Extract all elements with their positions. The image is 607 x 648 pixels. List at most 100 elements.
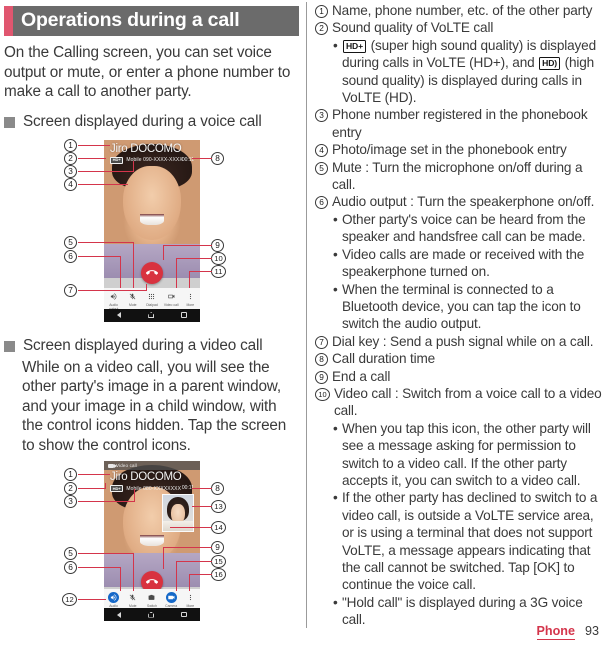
legend-subitem: • If the other party has declined to swi… bbox=[333, 489, 605, 593]
legend-subitem: • When the terminal is connected to a Bl… bbox=[333, 281, 605, 333]
callout-1: 1 bbox=[64, 138, 77, 152]
control-more[interactable]: More bbox=[181, 592, 199, 608]
video-call-title-label: Video call bbox=[116, 463, 137, 468]
end-call-icon bbox=[146, 579, 158, 584]
back-icon[interactable] bbox=[117, 312, 122, 318]
caller-phone-number: Mobile 090-XXXX-XXXX bbox=[126, 157, 183, 163]
caller-subinfo: HD+ Mobile 080-XXXXXXXX bbox=[110, 485, 181, 492]
back-icon[interactable] bbox=[117, 611, 122, 618]
leader-line-v1 bbox=[78, 474, 110, 476]
leader-line-10b bbox=[176, 257, 178, 288]
left-column: Operations during a call On the Calling … bbox=[0, 0, 303, 648]
page-title-bar: Operations during a call bbox=[4, 6, 299, 36]
callout-13: 13 bbox=[211, 500, 226, 513]
leader-line-7b bbox=[146, 283, 148, 291]
callout-5: 5 bbox=[64, 235, 77, 249]
leader-line-11b bbox=[189, 270, 191, 288]
legend-number: 9 bbox=[315, 370, 328, 384]
legend-text: Sound quality of VoLTE call bbox=[332, 20, 494, 36]
control-dialpad[interactable]: Dialpad bbox=[143, 291, 161, 307]
video-call-control-bar: Audio output Mute Switch camera bbox=[104, 589, 200, 612]
switch-camera-icon bbox=[146, 592, 157, 603]
callout-6: 6 bbox=[64, 561, 77, 574]
leader-line-2 bbox=[78, 157, 106, 159]
hd-badge-icon: HD+ bbox=[110, 485, 124, 492]
leader-line-v16a bbox=[189, 574, 212, 576]
leader-line-4 bbox=[78, 183, 128, 185]
legend-text: Phone number registered in the phonebook… bbox=[332, 107, 588, 140]
speaker-icon bbox=[108, 592, 120, 603]
callout-8: 8 bbox=[211, 482, 224, 495]
photo-face bbox=[123, 165, 181, 240]
callout-9: 9 bbox=[211, 238, 224, 252]
callout-6: 6 bbox=[64, 249, 77, 263]
legend-text: End a call bbox=[332, 368, 391, 384]
bullet-dot-icon: • bbox=[333, 281, 338, 297]
legend-subitem: • When you tap this icon, the other part… bbox=[333, 420, 605, 490]
column-divider bbox=[306, 2, 307, 628]
control-label: Mute bbox=[129, 302, 137, 307]
video-call-figure: Video call Jiro DOCOMO HD+ Mobile 080-XX… bbox=[0, 459, 303, 629]
leader-line-v2b bbox=[105, 483, 107, 489]
callout-1: 1 bbox=[64, 468, 77, 481]
dialpad-icon bbox=[146, 291, 157, 302]
intro-paragraph: On the Calling screen, you can set voice… bbox=[4, 44, 291, 100]
callout-2: 2 bbox=[64, 151, 77, 165]
legend-subtext: When you tap this icon, the other party … bbox=[342, 420, 591, 488]
end-call-button[interactable] bbox=[141, 261, 163, 284]
control-label: Dialpad bbox=[146, 302, 158, 307]
control-camera[interactable]: Camera bbox=[162, 592, 180, 608]
leader-line-v12 bbox=[78, 599, 106, 601]
caller-name: Jiro DOCOMO bbox=[110, 142, 182, 155]
list-item: 6 Audio output : Turn the speakerphone o… bbox=[315, 193, 605, 210]
control-more[interactable]: More bbox=[181, 291, 199, 307]
list-item: 9 End a call bbox=[315, 368, 605, 385]
callout-10: 10 bbox=[211, 251, 226, 265]
microphone-off-icon bbox=[127, 291, 138, 302]
voice-call-figure: Jiro DOCOMO HD+ Mobile 090-XXXX-XXXX 00:… bbox=[0, 136, 303, 336]
recent-apps-icon[interactable] bbox=[180, 611, 187, 618]
more-vertical-icon bbox=[185, 592, 196, 603]
leader-line-6b bbox=[120, 255, 122, 288]
square-bullet-icon bbox=[4, 340, 15, 352]
home-icon[interactable] bbox=[148, 611, 155, 618]
control-mute[interactable]: Mute bbox=[124, 592, 142, 608]
callout-15: 15 bbox=[211, 555, 226, 568]
leader-line-v6b bbox=[120, 567, 122, 591]
home-icon[interactable] bbox=[148, 312, 155, 318]
legend-subitem: • Video calls are made or received with … bbox=[333, 246, 605, 281]
caller-subinfo: HD+ Mobile 090-XXXX-XXXX bbox=[110, 156, 183, 164]
leader-line-3b bbox=[133, 160, 135, 172]
control-video-call[interactable]: Video call bbox=[162, 291, 180, 307]
legend-subtext: Video calls are made or received with th… bbox=[342, 246, 585, 280]
footer-page-number: 93 bbox=[584, 624, 599, 638]
legend-number: 4 bbox=[315, 144, 328, 158]
leader-line-v5a bbox=[78, 553, 134, 555]
legend-subtext: If the other party has declined to switc… bbox=[342, 490, 598, 593]
caller-name: Jiro DOCOMO bbox=[110, 471, 182, 483]
list-item: 7 Dial key : Send a push signal while on… bbox=[315, 333, 605, 350]
section-heading-video-call: Screen displayed during a video call bbox=[4, 336, 299, 356]
leader-line-v9a bbox=[163, 547, 212, 549]
control-mute[interactable]: Mute bbox=[124, 291, 142, 307]
photo-mouth bbox=[139, 535, 165, 546]
page-footer: Phone 93 bbox=[536, 624, 599, 640]
list-item: 8 Call duration time bbox=[315, 350, 605, 367]
legend-number: 5 bbox=[315, 161, 328, 175]
android-navigation-bar bbox=[104, 608, 200, 621]
square-bullet-icon bbox=[4, 116, 15, 128]
leader-line-3a bbox=[78, 170, 134, 172]
more-vertical-icon bbox=[185, 291, 196, 302]
list-item: 5 Mute : Turn the microphone on/off duri… bbox=[315, 159, 605, 194]
microphone-off-icon bbox=[127, 592, 138, 603]
recent-apps-icon[interactable] bbox=[180, 312, 187, 318]
leader-line-6a bbox=[78, 255, 121, 257]
title-accent-mark bbox=[4, 6, 13, 36]
leader-line-v5b bbox=[133, 553, 135, 591]
footer-section-name: Phone bbox=[536, 624, 575, 640]
legend-number: 3 bbox=[315, 109, 328, 123]
video-camera-icon bbox=[108, 463, 117, 468]
bullet-dot-icon: • bbox=[333, 594, 338, 610]
leader-line-9a bbox=[163, 244, 212, 246]
leader-line-v2a bbox=[78, 488, 106, 490]
